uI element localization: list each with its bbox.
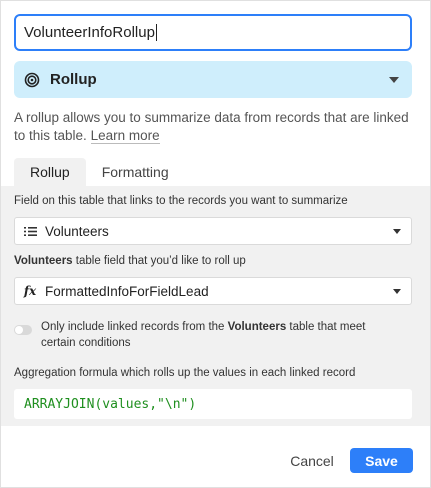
field-name-input[interactable]: VolunteerInfoRollup (14, 14, 412, 51)
learn-more-link[interactable]: Learn more (90, 128, 160, 144)
config-tabs: Rollup Formatting (14, 158, 185, 186)
aggregation-formula-input[interactable]: ARRAYJOIN(values,"\n") (14, 389, 412, 419)
cancel-button[interactable]: Cancel (282, 449, 342, 473)
condition-text-table: Volunteers (227, 321, 287, 333)
rollup-field-label-table: Volunteers (14, 255, 73, 267)
list-icon (23, 224, 37, 238)
rollup-spiral-icon (24, 72, 40, 87)
field-config-panel: VolunteerInfoRollup Rollup A rollup allo… (0, 0, 431, 488)
tab-formatting[interactable]: Formatting (86, 158, 185, 186)
aggregation-formula-text: ARRAYJOIN(values,"\n") (24, 396, 197, 412)
help-text: A rollup allows you to summarize data fr… (14, 109, 418, 145)
rollup-field-value: FormattedInfoForFieldLead (45, 283, 209, 299)
condition-toggle[interactable] (14, 325, 32, 335)
link-field-select[interactable]: Volunteers (14, 217, 412, 245)
help-description: A rollup allows you to summarize data fr… (14, 110, 409, 143)
formula-fx-icon: fx (23, 284, 37, 298)
link-field-value: Volunteers (45, 223, 109, 239)
aggregation-label: Aggregation formula which rolls up the v… (14, 367, 356, 379)
field-type-label: Rollup (50, 71, 97, 88)
chevron-down-icon (393, 229, 401, 234)
rollup-field-label-rest: table field that you’d like to roll up (72, 255, 246, 267)
chevron-down-icon (393, 289, 401, 294)
chevron-down-icon (389, 77, 399, 83)
rollup-field-label: Volunteers table field that you’d like t… (14, 255, 246, 267)
tab-rollup[interactable]: Rollup (14, 158, 86, 186)
text-cursor (155, 24, 157, 41)
field-name-value: VolunteerInfoRollup (24, 24, 155, 41)
condition-toggle-label: Only include linked records from the Vol… (41, 319, 381, 351)
toggle-knob (15, 326, 23, 334)
save-button[interactable]: Save (350, 448, 413, 473)
field-type-select[interactable]: Rollup (14, 61, 412, 98)
rollup-field-select[interactable]: fx FormattedInfoForFieldLead (14, 277, 412, 305)
link-field-label: Field on this table that links to the re… (14, 195, 348, 207)
condition-text-pre: Only include linked records from the (41, 321, 228, 333)
